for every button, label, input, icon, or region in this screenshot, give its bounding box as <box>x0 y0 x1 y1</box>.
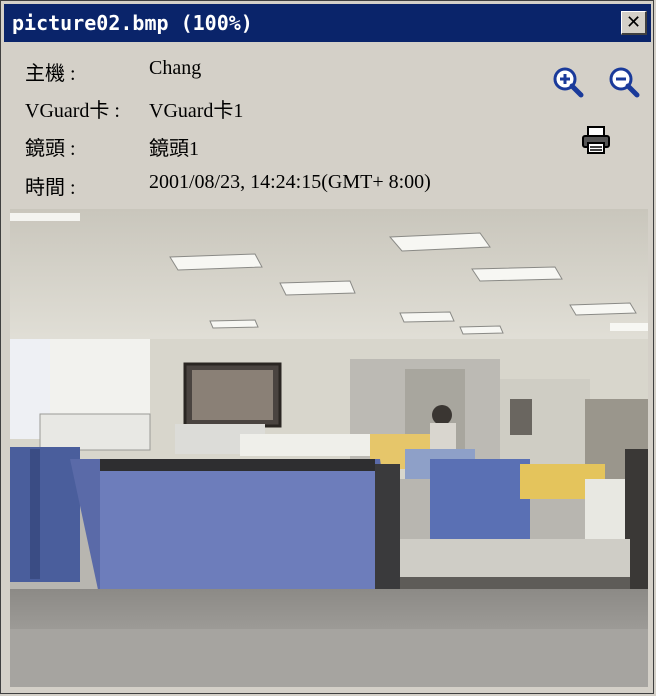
title-bar[interactable]: picture02.bmp (100%) ✕ <box>4 4 651 42</box>
card-label: VGuard卡 : <box>25 100 120 122</box>
close-button[interactable]: ✕ <box>621 11 647 35</box>
image-viewer-window: picture02.bmp (100%) ✕ 主機 : Chang VGuard… <box>0 0 654 694</box>
info-row-host: 主機 : Chang <box>25 57 505 87</box>
print-button[interactable] <box>579 123 613 157</box>
camera-info-panel: 主機 : Chang VGuard卡 : VGuard卡1 鏡頭 : 鏡頭1 時… <box>25 57 505 207</box>
host-value: Chang <box>149 57 202 79</box>
zoom-in-icon <box>553 67 584 98</box>
camera-snapshot-image <box>10 209 648 687</box>
lens-label: 鏡頭 : <box>25 138 76 160</box>
zoom-out-button[interactable] <box>607 65 641 99</box>
zoom-in-button[interactable] <box>551 65 585 99</box>
time-value: 2001/08/23, 14:24:15(GMT+ 8:00) <box>149 171 431 193</box>
window-title: picture02.bmp (100%) <box>12 11 253 35</box>
close-icon: ✕ <box>625 11 642 33</box>
info-row-time: 時間 : 2001/08/23, 14:24:15(GMT+ 8:00) <box>25 171 505 201</box>
printer-icon <box>582 126 610 154</box>
zoom-out-icon <box>609 67 640 98</box>
lens-value: 鏡頭1 <box>149 138 199 160</box>
info-row-card: VGuard卡 : VGuard卡1 <box>25 94 505 124</box>
time-label: 時間 : <box>25 177 76 199</box>
card-value: VGuard卡1 <box>149 100 244 122</box>
info-row-lens: 鏡頭 : 鏡頭1 <box>25 132 505 162</box>
host-label: 主機 : <box>25 63 76 85</box>
